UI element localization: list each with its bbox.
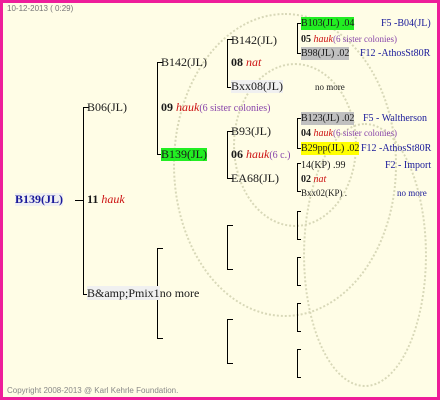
- connector: [227, 269, 233, 270]
- date-stamp: 10-12-2013 ( 0:29): [7, 4, 74, 13]
- gen4-a1-id[interactable]: B103(JL) .04: [301, 17, 355, 30]
- connector: [297, 23, 298, 53]
- gen2-top-line: 09 hauk(6 sister colonies): [161, 101, 270, 115]
- connector: [227, 225, 228, 269]
- gen3-d-year: 02: [301, 174, 311, 185]
- gen4-c-line: 04 hauk(6 sister colonies): [301, 127, 397, 140]
- sire-id[interactable]: B06(JL): [87, 101, 127, 114]
- connector: [297, 303, 301, 304]
- connector: [297, 118, 298, 148]
- connector: [297, 163, 298, 191]
- gen4-a1-note: (6 sister colonies): [332, 34, 397, 44]
- gen4-d1-id[interactable]: 14(KP) .99: [301, 159, 345, 172]
- gen2-bottom-note: (6 c.): [269, 150, 291, 161]
- gen2-top-id[interactable]: B142(JL): [161, 56, 207, 69]
- connector: [227, 319, 228, 363]
- gen2-bottom-year: 06: [231, 147, 243, 161]
- connector: [227, 319, 233, 320]
- gen4-a2-ref: F12 -AthosSt80R: [360, 48, 431, 59]
- connector: [297, 239, 301, 240]
- connector: [227, 39, 228, 87]
- gen2-top-year: 09: [161, 100, 173, 114]
- connector: [75, 200, 83, 201]
- gen4-c1-ref: F5 - Waltherson: [363, 113, 428, 124]
- gen4-c2-ref: F12 -AthosSt80R: [361, 143, 432, 154]
- connector: [157, 62, 158, 154]
- gen3-c-year: 04: [301, 128, 311, 139]
- connector: [297, 349, 298, 377]
- dam-id[interactable]: B&amp;Pmix1: [87, 286, 160, 300]
- gen4-d-line: 02 nat: [301, 173, 326, 186]
- gen4-a1-line: 05 hauk(6 sister colonies): [301, 33, 397, 46]
- gen4-c2-id[interactable]: B29pp(JL) .02: [301, 142, 360, 155]
- pedigree-panel: 10-12-2013 ( 0:29) B139(JL) B06(JL) 11 h…: [0, 0, 440, 400]
- queen-year: 11: [87, 192, 99, 206]
- connector: [227, 225, 233, 226]
- connector: [297, 331, 301, 332]
- connector: [297, 257, 301, 258]
- gen3-d-breeder: nat: [313, 174, 327, 185]
- queen-line: 11 hauk: [87, 193, 125, 206]
- connector: [83, 107, 84, 294]
- gen2-bottom-id[interactable]: B139(JL): [161, 148, 207, 161]
- gen3-a-line: 08 nat: [231, 56, 261, 69]
- gen2-top-note: (6 sister colonies): [199, 103, 271, 114]
- gen4-d2-more: no more: [397, 188, 427, 198]
- connector: [297, 285, 301, 286]
- gen4-a1-breeder: hauk: [313, 34, 333, 45]
- gen4-d2-id[interactable]: Bxx02(KP) .: [301, 187, 347, 200]
- connector: [297, 349, 301, 350]
- connector: [227, 363, 233, 364]
- gen4-a1-year: 05: [301, 34, 311, 45]
- connector: [297, 211, 301, 212]
- gen4-a2-id[interactable]: B98(JL) .02: [301, 47, 350, 60]
- gen3-c-breeder: hauk: [313, 128, 333, 139]
- gen3-a-breeder: nat: [246, 55, 262, 69]
- connector: [297, 303, 298, 331]
- dam-more: no more: [159, 286, 200, 300]
- connector: [297, 211, 298, 239]
- gen3-c-id[interactable]: B93(JL): [231, 125, 271, 138]
- gen4-d1-ref: F2 - Import: [385, 160, 432, 171]
- connector: [297, 377, 301, 378]
- gen3-b-id[interactable]: Bxx08(JL): [231, 80, 283, 93]
- gen4-b1-more: no more: [315, 82, 345, 92]
- gen3-d-id[interactable]: EA68(JL): [231, 172, 279, 185]
- connector: [157, 338, 163, 339]
- gen4-c1-id[interactable]: B123(JL) .02: [301, 112, 355, 125]
- connector: [157, 248, 163, 249]
- gen4-a1-ref: F5 -B04(JL): [381, 18, 431, 29]
- connector: [227, 131, 228, 178]
- connector: [297, 257, 298, 285]
- gen3-a-year: 08: [231, 55, 243, 69]
- gen2-top-breeder: hauk: [176, 100, 200, 114]
- copyright: Copyright 2008-2013 @ Karl Kehrle Founda…: [7, 386, 179, 395]
- subject-id[interactable]: B139(JL): [15, 193, 63, 206]
- queen-breeder: hauk: [101, 192, 125, 206]
- gen3-c-note: (6 sister colonies): [332, 128, 397, 138]
- gen3-a-id[interactable]: B142(JL): [231, 34, 277, 47]
- gen3-bottom-line: 06 hauk(6 c.): [231, 148, 290, 162]
- gen2-bottom-breeder: hauk: [246, 147, 270, 161]
- dam-line: B&amp;Pmix1no more: [87, 286, 200, 300]
